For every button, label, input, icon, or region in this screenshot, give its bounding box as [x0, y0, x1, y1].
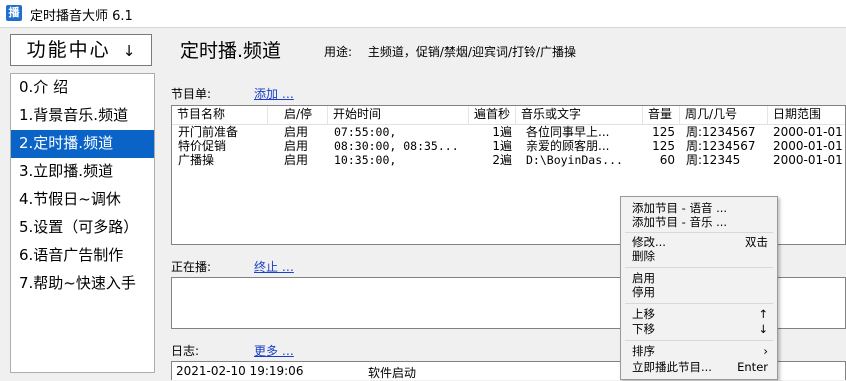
menu-item-sort[interactable]: 排序 — [632, 344, 655, 358]
sidebar: 功能中心 ↓ 0.介 绍 1.背景音乐.频道 2.定时播.频道 3.立即播.频道… — [0, 28, 158, 380]
col-header-volume[interactable]: 音量 — [643, 106, 680, 124]
nav-item-intro[interactable]: 0.介 绍 — [11, 74, 154, 102]
cell-volume: 125 — [652, 139, 675, 153]
cell-start-time: 07:55:00, — [334, 125, 397, 139]
menu-divider — [625, 340, 773, 341]
cell-start-time: 10:35:00, — [334, 153, 397, 167]
log-message: 软件启动 — [368, 366, 417, 380]
menu-item-add-music[interactable]: 添加节目 - 音乐 ... — [632, 215, 727, 229]
function-center-label: 功能中心 — [26, 39, 111, 61]
cell-enabled: 启用 — [284, 139, 309, 153]
menu-item-play-now[interactable]: 立即播此节目... — [632, 360, 712, 374]
usage-line: 用途: 主频道，促销/禁烟/迎宾词/打铃/广播操 — [324, 43, 576, 60]
arrow-down-icon: ↓ — [758, 322, 768, 336]
cell-enabled: 启用 — [284, 125, 309, 139]
cell-date-range: 2000-01-01 — [773, 153, 843, 167]
col-header-enabled[interactable]: 启/停 — [268, 106, 328, 124]
menu-item-edit[interactable]: 修改... — [632, 235, 666, 249]
cell-weekday: 周:1234567 — [686, 125, 756, 139]
cell-name: 特价促销 — [178, 139, 227, 153]
menu-item-move-up[interactable]: 上移 — [632, 307, 655, 321]
cell-repeat: 1遍 — [492, 125, 512, 139]
nav-item-help[interactable]: 7.帮助~快速入手 — [11, 270, 154, 298]
title-bar: 播 定时播音大师 6.1 — [0, 0, 846, 28]
col-header-content[interactable]: 音乐或文字 — [516, 106, 643, 124]
menu-item-enable[interactable]: 启用 — [632, 271, 655, 285]
menu-shortcut-edit: 双击 — [745, 235, 768, 249]
col-header-date-range[interactable]: 日期范围 — [768, 106, 845, 124]
channel-list: 0.介 绍 1.背景音乐.频道 2.定时播.频道 3.立即播.频道 4.节假日~… — [10, 73, 155, 373]
function-center-button[interactable]: 功能中心 ↓ — [10, 34, 152, 66]
submenu-chevron-icon: › — [763, 344, 768, 358]
nav-item-holidays[interactable]: 4.节假日~调休 — [11, 186, 154, 214]
usage-text: 主频道，促销/禁烟/迎宾词/打铃/广播操 — [367, 45, 577, 59]
cell-name: 开门前准备 — [178, 125, 239, 139]
table-row[interactable]: 广播操 启用 10:35:00, 2遍 D:\BoyinDas... 60 周:… — [172, 153, 845, 167]
menu-divider — [625, 267, 773, 268]
page-title: 定时播.频道 — [180, 40, 282, 62]
cell-content: 亲爱的顾客朋... — [526, 139, 610, 153]
cell-start-time: 08:30:00, 08:35... — [334, 139, 459, 153]
menu-item-delete[interactable]: 删除 — [632, 249, 655, 263]
context-menu: 添加节目 - 语音 ... 添加节目 - 音乐 ... 修改... 双击 删除 … — [620, 196, 778, 380]
table-row[interactable]: 开门前准备 启用 07:55:00, 1遍 各位同事早上... 125 周:12… — [172, 125, 845, 139]
nav-item-settings[interactable]: 5.设置（可多路） — [11, 214, 154, 242]
cell-repeat: 2遍 — [492, 153, 512, 167]
menu-divider — [625, 303, 773, 304]
add-program-link[interactable]: 添加 … — [254, 85, 294, 102]
log-time: 2021-02-10 19:19:06 — [176, 364, 304, 378]
cell-content: D:\BoyinDas... — [526, 153, 623, 167]
arrow-down-icon: ↓ — [122, 42, 136, 60]
stop-link[interactable]: 终止 … — [254, 258, 294, 275]
col-header-repeat[interactable]: 遍首秒 — [469, 106, 516, 124]
nav-item-instant-play[interactable]: 3.立即播.频道 — [11, 158, 154, 186]
cell-enabled: 启用 — [284, 153, 309, 167]
menu-item-move-down[interactable]: 下移 — [632, 322, 655, 336]
cell-date-range: 2000-01-01 — [773, 139, 843, 153]
cell-weekday: 周:1234567 — [686, 139, 756, 153]
cell-date-range: 2000-01-01 — [773, 125, 843, 139]
more-log-link[interactable]: 更多 … — [254, 342, 294, 359]
menu-item-disable[interactable]: 停用 — [632, 285, 655, 299]
program-list-label: 节目单: — [171, 87, 212, 101]
cell-volume: 60 — [659, 153, 675, 167]
col-header-name[interactable]: 节目名称 — [172, 106, 268, 124]
window-title: 定时播音大师 6.1 — [30, 9, 133, 24]
cell-volume: 125 — [652, 125, 675, 139]
cell-weekday: 周:12345 — [686, 153, 741, 167]
table-header: 节目名称 启/停 开始时间 遍首秒 音乐或文字 音量 周几/几号 日期范围 — [172, 106, 845, 125]
nav-item-background-music[interactable]: 1.背景音乐.频道 — [11, 102, 154, 130]
log-label: 日志: — [171, 344, 200, 358]
cell-name: 广播操 — [178, 153, 215, 167]
usage-label: 用途: — [324, 45, 353, 59]
col-header-weekday[interactable]: 周几/几号 — [680, 106, 768, 124]
menu-divider — [625, 232, 773, 233]
playing-label: 正在播: — [171, 260, 212, 274]
col-header-start-time[interactable]: 开始时间 — [328, 106, 469, 124]
nav-item-voice-ad[interactable]: 6.语音广告制作 — [11, 242, 154, 270]
nav-item-scheduled-play[interactable]: 2.定时播.频道 — [11, 130, 154, 158]
cell-repeat: 1遍 — [492, 139, 512, 153]
menu-shortcut-play-now: Enter — [737, 360, 768, 374]
menu-item-add-voice[interactable]: 添加节目 - 语音 ... — [632, 201, 727, 215]
cell-content: 各位同事早上... — [526, 125, 610, 139]
app-icon: 播 — [6, 5, 22, 21]
table-row[interactable]: 特价促销 启用 08:30:00, 08:35... 1遍 亲爱的顾客朋... … — [172, 139, 845, 153]
arrow-up-icon: ↑ — [758, 307, 768, 321]
